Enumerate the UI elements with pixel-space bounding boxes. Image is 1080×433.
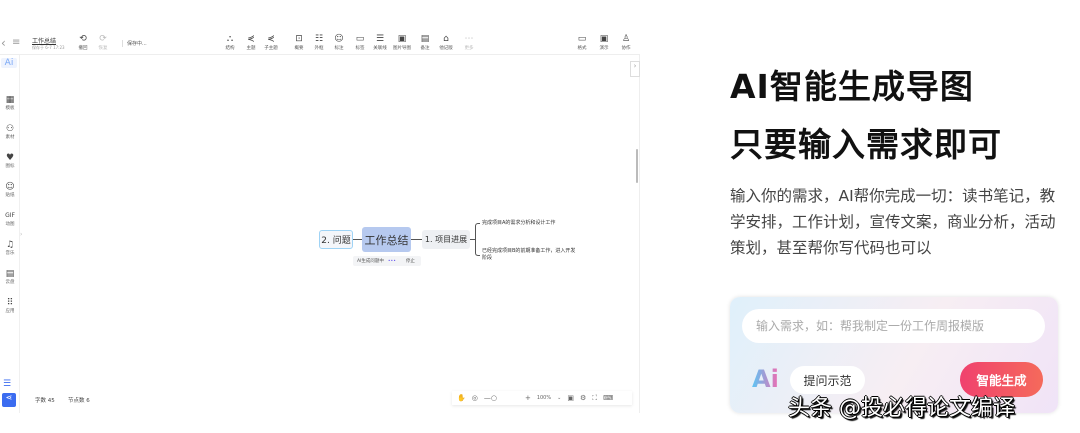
menu-button[interactable]: ≡ bbox=[12, 37, 20, 48]
undo-button[interactable]: ⟲ 撤回 bbox=[74, 34, 92, 51]
leaf-node-1[interactable]: 完成项目A的需求分析和设计工作 bbox=[482, 220, 577, 227]
node-center[interactable]: 工作总结 bbox=[362, 227, 411, 252]
tool-subtopic[interactable]: ⋞ 子主题 bbox=[262, 34, 280, 51]
tool-image-map[interactable]: ▣ 图片导图 bbox=[393, 34, 411, 51]
locate-icon[interactable]: ◎ bbox=[472, 394, 478, 402]
ai-logo-icon: Ai bbox=[752, 365, 779, 393]
template-icon: ▦ bbox=[5, 95, 15, 105]
music-icon: ♫ bbox=[5, 240, 15, 250]
sidebar-item-music[interactable]: ♫ 音乐 bbox=[0, 240, 20, 256]
toolbar: ‹ ≡ 工作总结 保存于 6-7 17:23 ⟲ 撤回 ⟳ 恢复 保存中... ⛬ 结… bbox=[0, 33, 640, 55]
gif-icon: GIF bbox=[5, 212, 15, 219]
more-icon: ⋯ bbox=[464, 34, 474, 44]
fullscreen-icon[interactable]: ⛶ bbox=[592, 394, 597, 403]
tool-relation-line[interactable]: ☰ 关联线 bbox=[371, 34, 389, 51]
left-sidebar: Ai ▦ 模板 ⚇ 素材 ♥ 图标 ☺ 贴纸 GIF 动图 ♫ 音乐 ▤ 云盘 ⠿ 应用 ☰ ⋖ bbox=[0, 55, 20, 413]
tool-collab[interactable]: ♙ 协作 bbox=[617, 34, 635, 51]
zoom-controls: ✋ ◎ —○ + 100% ⌄ ▣ ⚙ ⛶ ⌨ bbox=[452, 391, 632, 405]
node-count: 节点数 6 bbox=[68, 398, 90, 404]
collapse-sidebar-handle[interactable]: › bbox=[20, 231, 22, 238]
sidebar-item-cloud[interactable]: ▤ 云盘 bbox=[0, 269, 20, 285]
format-icon: ▭ bbox=[577, 34, 587, 44]
scrollbar[interactable] bbox=[636, 149, 638, 183]
material-icon: ⚇ bbox=[5, 124, 15, 134]
doc-title[interactable]: 工作总结 bbox=[32, 36, 56, 45]
keyboard-icon[interactable]: ⌨ bbox=[603, 394, 613, 402]
tool-tag[interactable]: ▭ 标签 bbox=[351, 34, 369, 51]
tool-board[interactable]: ⌂ 他记版 bbox=[437, 34, 455, 51]
zoom-in-icon[interactable]: + bbox=[525, 394, 531, 402]
node-right[interactable]: 1. 项目进展 bbox=[422, 230, 470, 249]
back-button[interactable]: ‹ bbox=[1, 36, 6, 50]
sidebar-item-gif[interactable]: GIF 动图 bbox=[0, 211, 20, 227]
word-count: 字数 45 bbox=[35, 398, 55, 404]
image-map-icon: ▣ bbox=[397, 34, 407, 44]
settings-icon[interactable]: ⚙ bbox=[580, 394, 586, 402]
ai-badge[interactable]: Ai bbox=[1, 58, 17, 68]
promo-description: 输入你的需求，AI帮你完成一切：读书笔记，教学安排，工作计划，宣传文案，商业分析… bbox=[730, 187, 1056, 257]
present-icon: ▣ bbox=[599, 34, 609, 44]
relation-line-icon: ☰ bbox=[375, 34, 385, 44]
tool-present[interactable]: ▣ 演示 bbox=[595, 34, 613, 51]
expand-panel-handle[interactable]: › bbox=[630, 61, 640, 77]
tool-callout[interactable]: ☺ 标注 bbox=[330, 34, 348, 51]
tool-topic[interactable]: ⋞ 主题 bbox=[242, 34, 260, 51]
branch-bracket bbox=[475, 223, 480, 256]
ai-status-bar: AI生成问题中 ••• 停止 bbox=[353, 256, 421, 266]
leaf-node-2[interactable]: 已经完成项目B的前期准备工作，进入开发阶段 bbox=[482, 248, 577, 262]
undo-icon: ⟲ bbox=[79, 34, 87, 44]
collab-icon: ♙ bbox=[621, 34, 631, 44]
callout-icon: ☺ bbox=[334, 34, 344, 44]
promo-title-1: AI智能生成导图 bbox=[730, 67, 974, 106]
apps-icon: ⠿ bbox=[6, 298, 14, 308]
tool-summary[interactable]: ⊡ 概要 bbox=[290, 34, 308, 51]
chevron-down-icon[interactable]: ⌄ bbox=[557, 395, 561, 401]
redo-button[interactable]: ⟳ 恢复 bbox=[94, 34, 112, 51]
sticker-icon: ☺ bbox=[5, 182, 15, 192]
sidebar-item-material[interactable]: ⚇ 素材 bbox=[0, 124, 20, 140]
sidebar-item-apps[interactable]: ⠿ 应用 bbox=[0, 298, 20, 314]
summary-icon: ⊡ bbox=[295, 34, 303, 44]
tool-structure[interactable]: ⛬ 结构 bbox=[221, 34, 239, 51]
icon-icon: ♥ bbox=[5, 153, 15, 163]
sidebar-item-template[interactable]: ▦ 模板 bbox=[0, 95, 20, 111]
zoom-level[interactable]: 100% bbox=[537, 395, 551, 401]
watermark: 头条 @投必得论文编译 bbox=[788, 396, 1015, 421]
sidebar-item-icon[interactable]: ♥ 图标 bbox=[0, 153, 20, 169]
tag-icon: ▭ bbox=[355, 34, 365, 44]
note-icon: ▤ bbox=[420, 34, 430, 44]
tool-note[interactable]: ▤ 备注 bbox=[416, 34, 434, 51]
requirement-input[interactable] bbox=[742, 309, 1045, 343]
subtopic-icon: ⋞ bbox=[267, 34, 275, 44]
promo-title-2: 只要输入需求即可 bbox=[730, 125, 1002, 164]
hand-icon[interactable]: ✋ bbox=[457, 394, 466, 402]
topic-icon: ⋞ bbox=[247, 34, 255, 44]
tool-boundary[interactable]: ☷ 外框 bbox=[310, 34, 328, 51]
tool-more[interactable]: ⋯ 更多 bbox=[460, 34, 478, 51]
minimap-icon[interactable]: ▣ bbox=[567, 394, 574, 402]
mindmap-view-icon[interactable]: ⋖ bbox=[2, 393, 16, 407]
structure-icon: ⛬ bbox=[226, 34, 234, 44]
tool-format[interactable]: ▭ 格式 bbox=[573, 34, 591, 51]
redo-icon: ⟳ bbox=[99, 34, 107, 44]
zoom-slider[interactable]: —○ bbox=[484, 394, 497, 402]
mindmap-app: ‹ ≡ 工作总结 保存于 6-7 17:23 ⟲ 撤回 ⟳ 恢复 保存中... ⛬ 结… bbox=[0, 33, 640, 413]
outline-icon[interactable]: ☰ bbox=[3, 379, 11, 389]
node-left[interactable]: 2. 问题 bbox=[319, 230, 353, 249]
cloud-icon: ▤ bbox=[5, 269, 15, 279]
boundary-icon: ☷ bbox=[314, 34, 324, 44]
loading-dots: ••• bbox=[387, 258, 396, 264]
sidebar-item-sticker[interactable]: ☺ 贴纸 bbox=[0, 182, 20, 198]
saved-time: 保存于 6-7 17:23 bbox=[32, 45, 65, 50]
stop-button[interactable]: 停止 bbox=[406, 258, 415, 264]
board-icon: ⌂ bbox=[443, 34, 449, 44]
save-status: 保存中... bbox=[122, 40, 147, 47]
